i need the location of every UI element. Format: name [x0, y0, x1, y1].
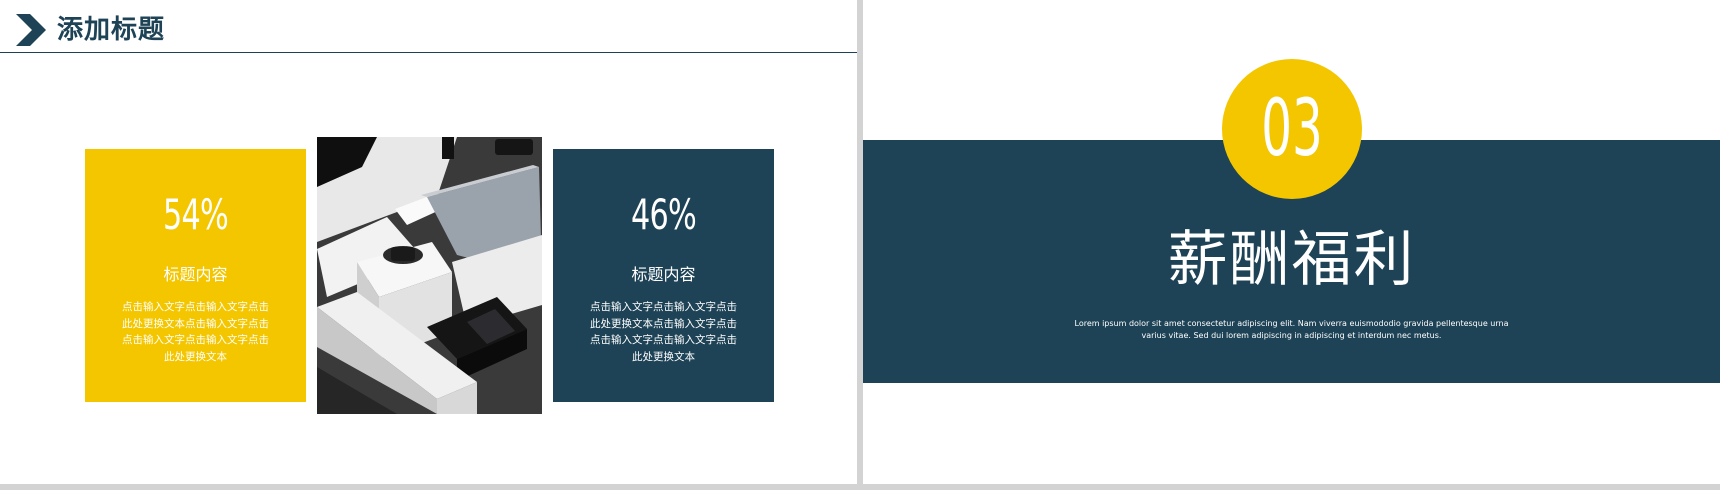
- slide-left: 添加标题 54% 标题内容 点击输入文字点击输入文字点击此处更换文本点击输入文字…: [0, 0, 857, 484]
- section-number: 03: [1261, 84, 1323, 174]
- header-divider: [0, 52, 857, 53]
- section-number-badge: 03: [1222, 59, 1362, 199]
- stat-value: 46%: [630, 190, 697, 239]
- stat-value: 54%: [162, 190, 229, 239]
- product-photo: [317, 137, 542, 414]
- desk-devices-image: [317, 137, 542, 414]
- stat-description: 点击输入文字点击输入文字点击此处更换文本点击输入文字点击点击输入文字点击输入文字…: [590, 301, 737, 363]
- stat-card-navy: 46% 标题内容 点击输入文字点击输入文字点击此处更换文本点击输入文字点击点击输…: [553, 149, 774, 402]
- page-title: 添加标题: [57, 15, 166, 45]
- section-title: 薪酬福利: [1167, 225, 1416, 295]
- slide-right: 03 薪酬福利 Lorem ipsum dolor sit amet conse…: [863, 0, 1720, 484]
- chevron-right-icon: [16, 14, 46, 46]
- stat-title: 标题内容: [631, 265, 696, 284]
- stat-card-yellow: 54% 标题内容 点击输入文字点击输入文字点击此处更换文本点击输入文字点击点击输…: [85, 149, 306, 402]
- stat-description: 点击输入文字点击输入文字点击此处更换文本点击输入文字点击点击输入文字点击输入文字…: [122, 301, 269, 363]
- section-description: Lorem ipsum dolor sit amet consectetur a…: [1074, 319, 1509, 340]
- stat-title: 标题内容: [163, 265, 228, 284]
